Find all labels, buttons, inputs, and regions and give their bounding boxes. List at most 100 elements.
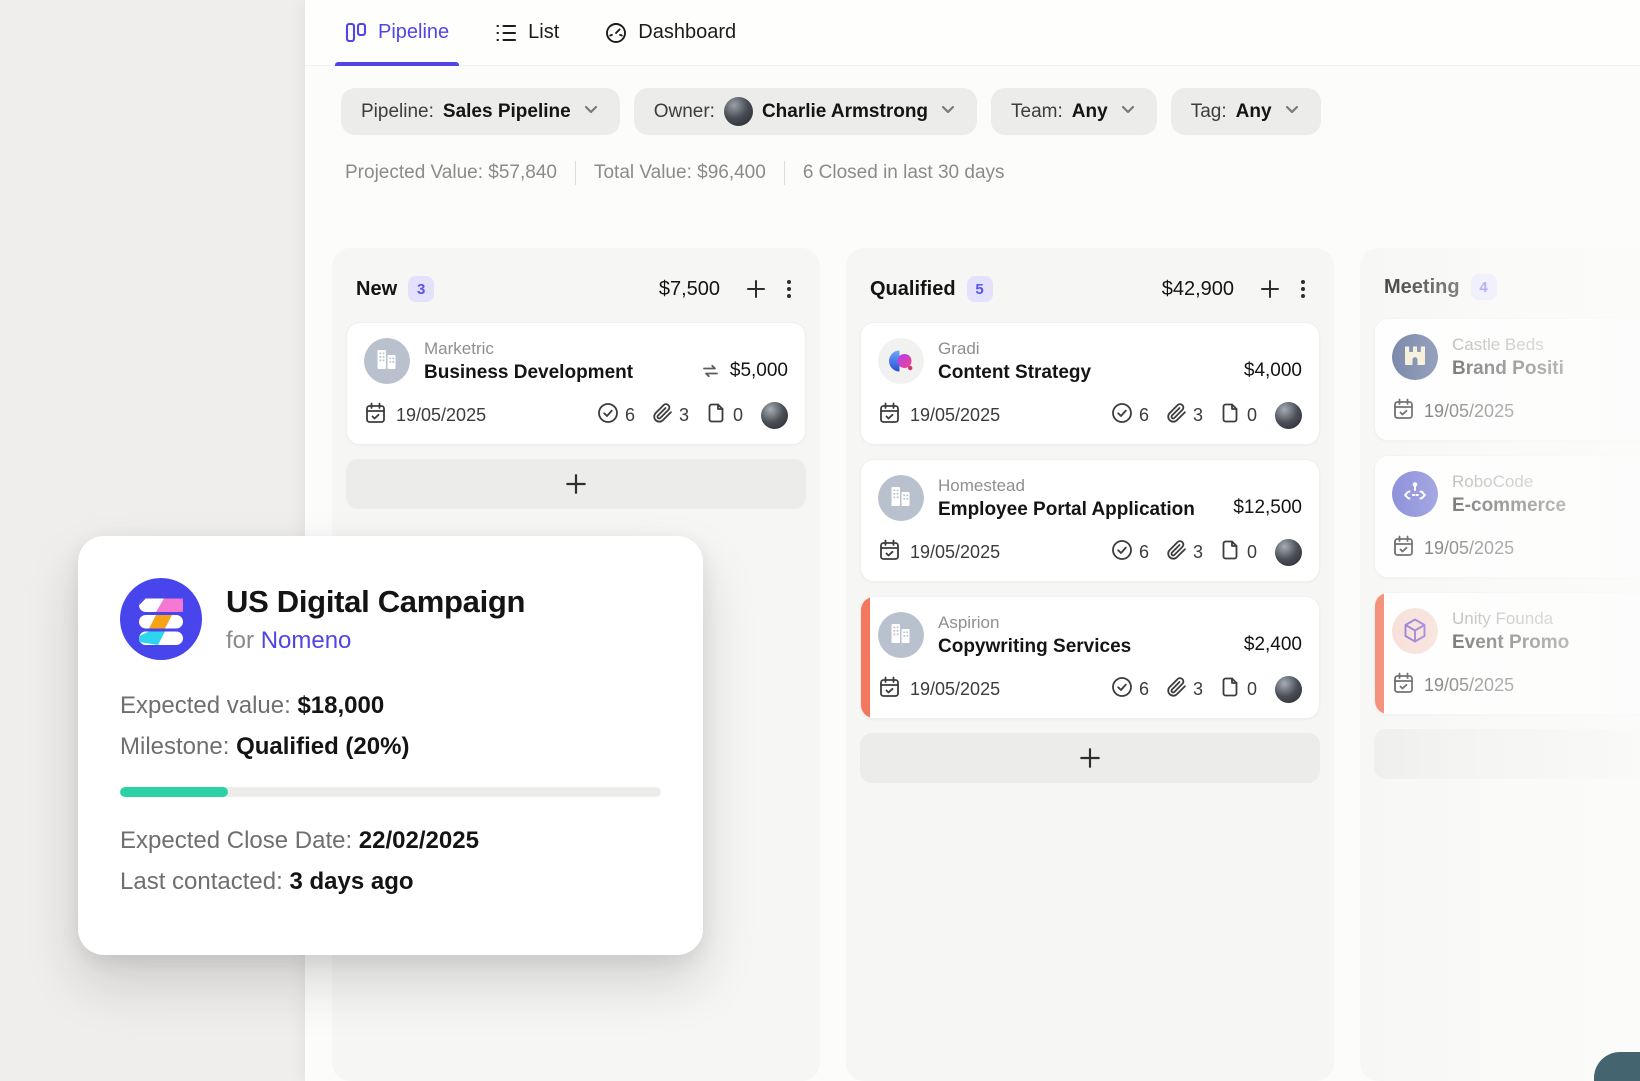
add-card-button[interactable] [346,459,806,509]
add-deal-button[interactable] [741,274,771,304]
company-logo-castle [1392,334,1438,380]
deal-title: Business Development [424,362,686,384]
column-menu-button[interactable] [782,275,796,303]
filter-bar: Pipeline: Sales Pipeline Owner: Charlie … [341,88,1640,135]
filter-owner[interactable]: Owner: Charlie Armstrong [634,88,977,135]
attachments-count: 3 [1193,405,1203,426]
filter-team-label: Team: [1011,101,1063,123]
filter-pipeline[interactable]: Pipeline: Sales Pipeline [341,88,620,135]
closed-count: 6 Closed in last 30 days [803,162,1005,184]
add-deal-button[interactable] [1255,274,1285,304]
gauge-icon [605,22,627,44]
company-logo-gradi [878,338,924,384]
filter-pipeline-value: Sales Pipeline [443,101,571,123]
milestone-progress-fill [120,787,228,797]
company-logo-buildings [364,338,410,384]
notes-count: 0 [1247,542,1257,563]
deal-date: 19/05/2025 [1424,538,1514,559]
expected-value-label: Expected value: [120,692,291,719]
column-name: Qualified [870,278,956,301]
tab-dashboard[interactable]: Dashboard [605,0,736,65]
filter-team[interactable]: Team: Any [991,88,1157,135]
file-icon [1219,676,1241,703]
chevron-down-icon [1283,101,1301,123]
tasks-icon [1111,402,1133,429]
deal-card-marketric[interactable]: Marketric Business Development $5,000 19… [346,322,806,445]
file-icon [1219,539,1241,566]
column-menu-button[interactable] [1296,275,1310,303]
filter-tag[interactable]: Tag: Any [1171,88,1321,135]
pipeline-stats: Projected Value: $57,840 Total Value: $9… [345,161,1640,185]
last-contacted-label: Last contacted: [120,868,283,895]
deal-title: Brand Positi [1452,358,1640,380]
column-count-badge: 5 [967,276,993,302]
assignee-avatar [1275,539,1302,566]
attachments-count: 3 [1193,542,1203,563]
list-icon [495,22,517,44]
view-tabs: Pipeline List Dashboard [305,0,1640,66]
filter-pipeline-label: Pipeline: [361,101,434,123]
milestone-label: Milestone: [120,733,229,760]
close-date-label: Expected Close Date: [120,827,352,854]
divider [575,161,576,185]
deal-title: Content Strategy [938,362,1230,384]
file-icon [1219,402,1241,429]
total-value: Total Value: $96,400 [594,162,766,184]
deal-card-castle-beds[interactable]: Castle Beds Brand Positi 19/05/2025 [1374,318,1640,441]
add-card-button[interactable] [1374,729,1640,779]
assignee-avatar [1275,676,1302,703]
column-name: Meeting [1384,276,1460,299]
calendar-check-icon [1392,397,1415,425]
tasks-count: 6 [1139,405,1149,426]
paperclip-icon [1165,402,1187,429]
tab-list-label: List [528,21,559,44]
deal-title: Copywriting Services [938,636,1230,658]
column-name: New [356,278,397,301]
projected-value: Projected Value: $57,840 [345,162,557,184]
paperclip-icon [1165,676,1187,703]
deal-card-aspirion[interactable]: Aspirion Copywriting Services $2,400 19/… [860,596,1320,719]
filter-tag-label: Tag: [1191,101,1227,123]
assignee-avatar [1275,402,1302,429]
overdue-stripe [1375,593,1384,714]
tasks-count: 6 [625,405,635,426]
column-meeting: Meeting 4 Castle Beds Brand Positi 19/05… [1360,248,1640,1081]
tab-list[interactable]: List [495,0,559,65]
deal-card-homestead[interactable]: Homestead Employee Portal Application $1… [860,459,1320,582]
tasks-count: 6 [1139,679,1149,700]
filter-team-value: Any [1072,101,1108,123]
client-link[interactable]: Nomeno [261,627,352,654]
deal-card-robocode[interactable]: RoboCode E-commerce 19/05/2025 [1374,455,1640,578]
deal-amount: $5,000 [730,360,788,382]
deal-date: 19/05/2025 [910,542,1000,563]
close-date-value: 22/02/2025 [359,827,479,854]
owner-avatar [724,97,753,126]
add-card-button[interactable] [860,733,1320,783]
deal-detail-title: US Digital Campaign [226,584,525,620]
deal-card-unity-foundation[interactable]: Unity Founda Event Promo 19/05/2025 [1374,592,1640,715]
milestone-progress-track [120,787,661,797]
column-total: $42,900 [1162,278,1234,301]
deal-title: Employee Portal Application [938,499,1219,521]
last-contacted-value: 3 days ago [289,868,413,895]
deal-amount: $4,000 [1244,360,1302,382]
calendar-check-icon [878,401,901,429]
deal-date: 19/05/2025 [1424,401,1514,422]
deal-detail-popover[interactable]: US Digital Campaign for Nomeno Expected … [78,536,703,955]
divider [784,161,785,185]
deal-date: 19/05/2025 [910,679,1000,700]
deal-amount: $2,400 [1244,634,1302,656]
column-meeting-header: Meeting 4 [1374,262,1640,318]
company-name: Aspirion [938,613,1230,633]
calendar-check-icon [1392,534,1415,562]
calendar-check-icon [878,675,901,703]
tab-pipeline[interactable]: Pipeline [345,0,449,65]
company-logo-cube [1392,608,1438,654]
calendar-check-icon [878,538,901,566]
deal-card-gradi[interactable]: Gradi Content Strategy $4,000 19/05/2025… [860,322,1320,445]
tasks-icon [1111,676,1133,703]
filter-tag-value: Any [1236,101,1272,123]
chevron-down-icon [939,101,957,123]
company-name: Gradi [938,339,1230,359]
column-qualified-header: Qualified 5 $42,900 [860,262,1320,322]
